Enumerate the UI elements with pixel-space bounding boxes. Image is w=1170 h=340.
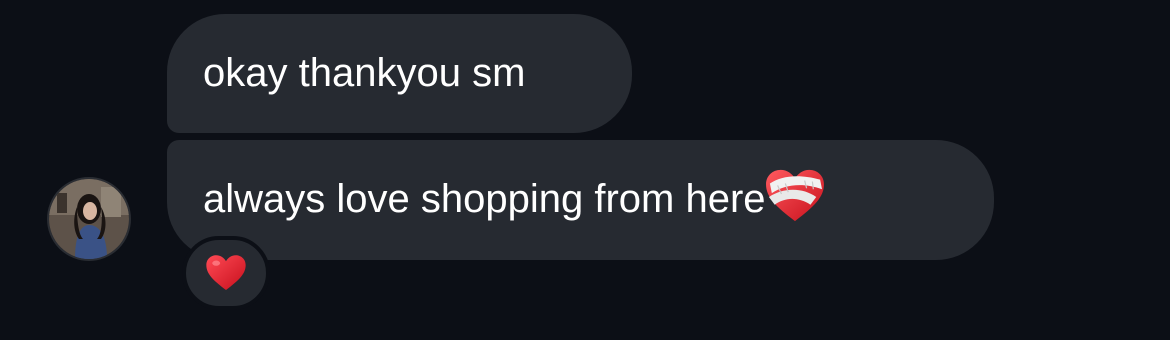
- message-text: okay thankyou sm: [203, 50, 526, 95]
- red-heart-icon: [206, 255, 246, 291]
- avatar[interactable]: [47, 177, 131, 261]
- message-text: always love shopping from here: [203, 177, 766, 221]
- avatar-photo: [49, 179, 129, 259]
- message-bubble[interactable]: always love shopping from here: [167, 140, 994, 260]
- chat-thread: okay thankyou sm always love shopping fr…: [0, 0, 1170, 340]
- message-bubble[interactable]: okay thankyou sm: [167, 14, 632, 133]
- reaction-badge[interactable]: [182, 236, 270, 310]
- mending-heart-icon: [765, 169, 824, 222]
